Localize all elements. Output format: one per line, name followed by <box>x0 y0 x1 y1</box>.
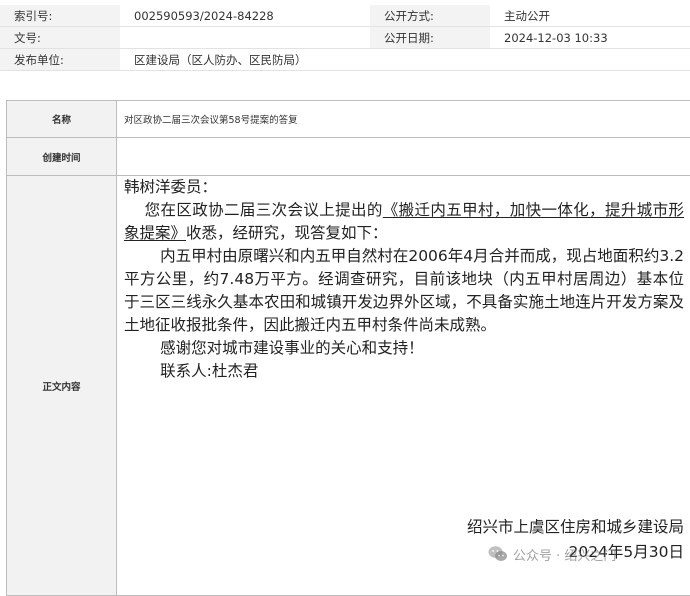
watermark-text: 公众号 · 绍兴之门 <box>513 545 616 564</box>
wechat-watermark: 公众号 · 绍兴之门 <box>488 544 616 564</box>
name-label: 名称 <box>7 101 117 138</box>
para1-suffix: 收悉，经研究，现答复如下： <box>186 224 388 242</box>
open-mode-label: 公开方式: <box>370 5 490 27</box>
metadata-row-index: 索引号: 002590593/2024-84228 公开方式: 主动公开 <box>0 5 690 27</box>
name-value: 对区政协二届三次会议第58号提案的答复 <box>117 101 690 138</box>
body-content: 韩树洋委员： 您在区政协二届三次会议上提出的《搬迁内五甲村，加快一体化，提升城市… <box>117 176 690 596</box>
created-label: 创建时间 <box>7 138 117 176</box>
letter-salutation: 韩树洋委员： <box>124 176 684 199</box>
document-record-table: 名称 对区政协二届三次会议第58号提案的答复 创建时间 正文内容 韩树洋委员： … <box>6 100 690 596</box>
open-date-label: 公开日期: <box>370 27 490 49</box>
record-row-name: 名称 对区政协二届三次会议第58号提案的答复 <box>7 101 690 138</box>
para1-prefix: 您在区政协二届三次会议上提出的 <box>145 201 383 219</box>
record-row-created: 创建时间 <box>7 138 690 176</box>
metadata-row-docno: 文号: 公开日期: 2024-12-03 10:33 <box>0 27 690 49</box>
open-date-value: 2024-12-03 10:33 <box>490 27 690 49</box>
metadata-row-publisher: 发布单位: 区建设局（区人防办、区民防局） <box>0 49 690 71</box>
reply-letter: 韩树洋委员： 您在区政协二届三次会议上提出的《搬迁内五甲村，加快一体化，提升城市… <box>117 176 690 383</box>
signature-organization: 绍兴市上虞区住房和城乡建设局 <box>467 515 684 537</box>
doc-no-value <box>120 27 370 49</box>
index-label: 索引号: <box>0 5 120 27</box>
wechat-icon <box>488 545 508 563</box>
body-label: 正文内容 <box>7 176 117 596</box>
letter-contact: 联系人:杜杰君 <box>124 360 684 383</box>
doc-no-label: 文号: <box>0 27 120 49</box>
index-value: 002590593/2024-84228 <box>120 5 370 27</box>
created-value <box>117 138 690 176</box>
metadata-table: 索引号: 002590593/2024-84228 公开方式: 主动公开 文号:… <box>0 5 690 71</box>
publisher-label: 发布单位: <box>0 49 120 71</box>
open-mode-value: 主动公开 <box>490 5 690 27</box>
publisher-value: 区建设局（区人防办、区民防局） <box>120 49 690 71</box>
record-row-body: 正文内容 韩树洋委员： 您在区政协二届三次会议上提出的《搬迁内五甲村，加快一体化… <box>7 176 690 596</box>
letter-paragraph-1: 您在区政协二届三次会议上提出的《搬迁内五甲村，加快一体化，提升城市形象提案》收悉… <box>124 199 684 245</box>
letter-paragraph-3: 感谢您对城市建设事业的关心和支持！ <box>124 337 684 360</box>
letter-paragraph-2: 内五甲村由原曙兴和内五甲自然村在2006年4月合并而成，现占地面积约3.2平方公… <box>124 245 684 337</box>
